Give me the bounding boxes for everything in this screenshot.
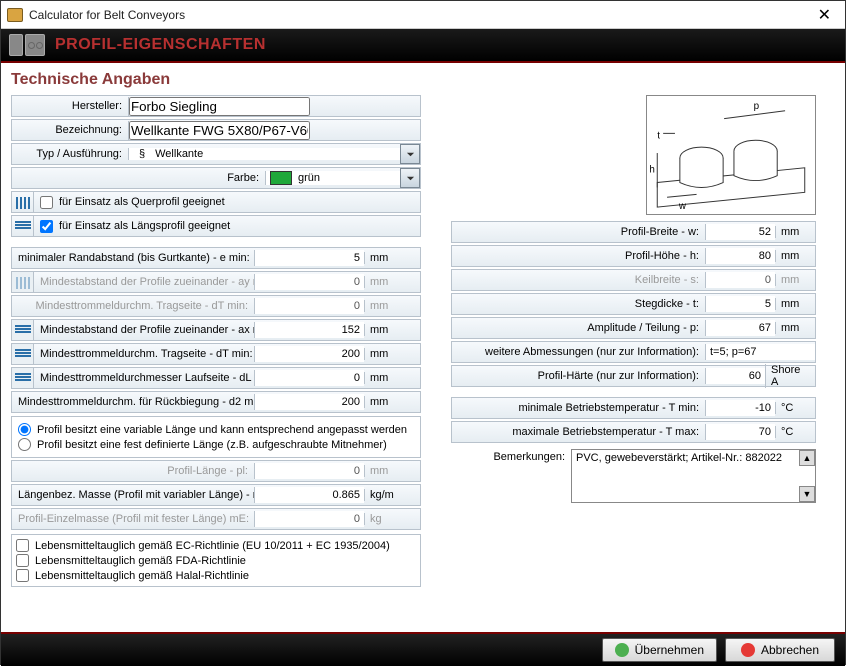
row-h: Profil-Höhe - h: mm (451, 245, 816, 267)
typ-select[interactable]: § Wellkante (128, 148, 400, 160)
laengsprofil-label: für Einsatz als Längsprofil geeignet (59, 220, 230, 232)
h-field[interactable] (705, 248, 775, 264)
section-title: Technische Angaben (11, 71, 835, 89)
food-checks: Lebensmitteltauglich gemäß EC-Richtlinie… (11, 534, 421, 587)
svg-text:t: t (657, 130, 660, 141)
pl-field (254, 463, 364, 479)
row-dt-min-disabled: Mindesttrommeldurchm. Tragseite - dT min… (11, 295, 421, 317)
farbe-dropdown-button[interactable] (400, 168, 420, 188)
row-bezeichnung: Bezeichnung: (11, 119, 421, 141)
svg-text:p: p (754, 101, 760, 112)
row-s: Keilbreite - s: mm (451, 269, 816, 291)
svg-text:w: w (678, 201, 687, 212)
remarks: Bemerkungen: PVC, gewebeverstärkt; Artik… (451, 449, 816, 503)
dl-min-field[interactable] (254, 370, 364, 386)
me-field (254, 511, 364, 527)
row-ax-min: Mindestabstand der Profile zueinander - … (11, 319, 421, 341)
s-field (705, 272, 775, 288)
check-icon (615, 643, 629, 657)
row-e-min: minimaler Randabstand (bis Gurtkante) - … (11, 247, 421, 269)
app-icon (7, 8, 23, 22)
farbe-label: Farbe: (12, 172, 265, 184)
row-pl: Profil-Länge - pl: mm (11, 460, 421, 482)
row-hersteller: Hersteller: (11, 95, 421, 117)
scroll-up-icon[interactable]: ▲ (799, 450, 815, 466)
radio-fixed-length[interactable]: Profil besitzt eine fest definierte Läng… (18, 438, 414, 451)
querprofil-label: für Einsatz als Querprofil geeignet (59, 196, 225, 208)
scroll-down-icon[interactable]: ▼ (799, 486, 815, 502)
remarks-field[interactable]: PVC, gewebeverstärkt; Artikel-Nr.: 88202… (571, 449, 816, 503)
typ-dropdown-button[interactable] (400, 144, 420, 164)
row-t: Stegdicke - t: mm (451, 293, 816, 315)
w-field[interactable] (705, 224, 775, 240)
remarks-label: Bemerkungen: (451, 449, 571, 465)
row-dt-min: Mindesttrommeldurchm. Tragseite - dT min… (11, 343, 421, 365)
food-ec-checkbox[interactable]: Lebensmitteltauglich gemäß EC-Richtlinie… (16, 539, 416, 552)
tmin-field[interactable] (705, 400, 775, 416)
length-profile-icon (12, 216, 34, 236)
row-p: Amplitude / Teilung - p: mm (451, 317, 816, 339)
ax-min-field[interactable] (254, 322, 364, 338)
color-swatch (270, 171, 292, 185)
length-profile-icon (12, 344, 34, 364)
row-info: weitere Abmessungen (nur zur Information… (451, 341, 816, 363)
footer: Übernehmen Abbrechen (1, 632, 845, 666)
dt-min-field[interactable] (254, 346, 364, 362)
t-field[interactable] (705, 296, 775, 312)
row-typ: Typ / Ausführung: § Wellkante (11, 143, 421, 165)
row-tmax: maximale Betriebstemperatur - T max: °C (451, 421, 816, 443)
ay-min-field (254, 274, 364, 290)
cancel-button[interactable]: Abbrechen (725, 638, 835, 662)
window-title: Calculator for Belt Conveyors (29, 8, 810, 22)
tmax-field[interactable] (705, 424, 775, 440)
bezeichnung-label: Bezeichnung: (12, 124, 128, 136)
typ-label: Typ / Ausführung: (12, 148, 128, 160)
titlebar: Calculator for Belt Conveyors ✕ (1, 1, 845, 29)
belt-icon (9, 34, 23, 56)
row-tmin: minimale Betriebstemperatur - T min: °C (451, 397, 816, 419)
rollers-icon (25, 34, 45, 56)
row-mass: Längenbez. Masse (Profil mit variabler L… (11, 484, 421, 506)
cross-profile-icon (12, 192, 34, 212)
food-halal-checkbox[interactable]: Lebensmitteltauglich gemäß Halal-Richtli… (16, 569, 416, 582)
farbe-select[interactable]: grün (265, 171, 400, 185)
dt-min-disabled-field (254, 298, 364, 314)
laengsprofil-checkbox[interactable] (40, 220, 53, 233)
header-title: PROFIL-EIGENSCHAFTEN (55, 36, 266, 54)
svg-text:h: h (649, 165, 654, 176)
hardness-field[interactable] (705, 368, 765, 384)
header-bar: PROFIL-EIGENSCHAFTEN (1, 29, 845, 63)
e-min-field[interactable] (254, 250, 364, 266)
row-me: Profil-Einzelmasse (Profil mit fester Lä… (11, 508, 421, 530)
row-d2-min: Mindesttrommeldurchm. für Rückbiegung - … (11, 391, 421, 413)
mass-field[interactable] (254, 487, 364, 503)
profile-diagram: h w p t (646, 95, 816, 215)
info-field[interactable] (705, 344, 815, 360)
length-profile-icon (12, 368, 34, 388)
cancel-icon (741, 643, 755, 657)
length-mode-radios: Profil besitzt eine variable Länge und k… (11, 416, 421, 458)
d2-min-field[interactable] (254, 394, 364, 410)
ok-button[interactable]: Übernehmen (602, 638, 717, 662)
bezeichnung-field[interactable] (128, 121, 420, 140)
row-dl-min: Mindesttrommeldurchmesser Laufseite - dL… (11, 367, 421, 389)
row-ay-min: Mindestabstand der Profile zueinander - … (11, 271, 421, 293)
row-querprofil: für Einsatz als Querprofil geeignet (11, 191, 421, 213)
close-icon[interactable]: ✕ (810, 5, 839, 25)
food-fda-checkbox[interactable]: Lebensmitteltauglich gemäß FDA-Richtlini… (16, 554, 416, 567)
row-w: Profil-Breite - w: mm (451, 221, 816, 243)
row-hardness: Profil-Härte (nur zur Information): Shor… (451, 365, 816, 387)
radio-variable-length[interactable]: Profil besitzt eine variable Länge und k… (18, 423, 414, 436)
cross-profile-icon (12, 272, 34, 292)
querprofil-checkbox[interactable] (40, 196, 53, 209)
length-profile-icon (12, 320, 34, 340)
row-farbe: Farbe: grün (11, 167, 421, 189)
hersteller-label: Hersteller: (12, 100, 128, 112)
hersteller-field[interactable] (128, 97, 420, 116)
row-laengsprofil: für Einsatz als Längsprofil geeignet (11, 215, 421, 237)
p-field[interactable] (705, 320, 775, 336)
